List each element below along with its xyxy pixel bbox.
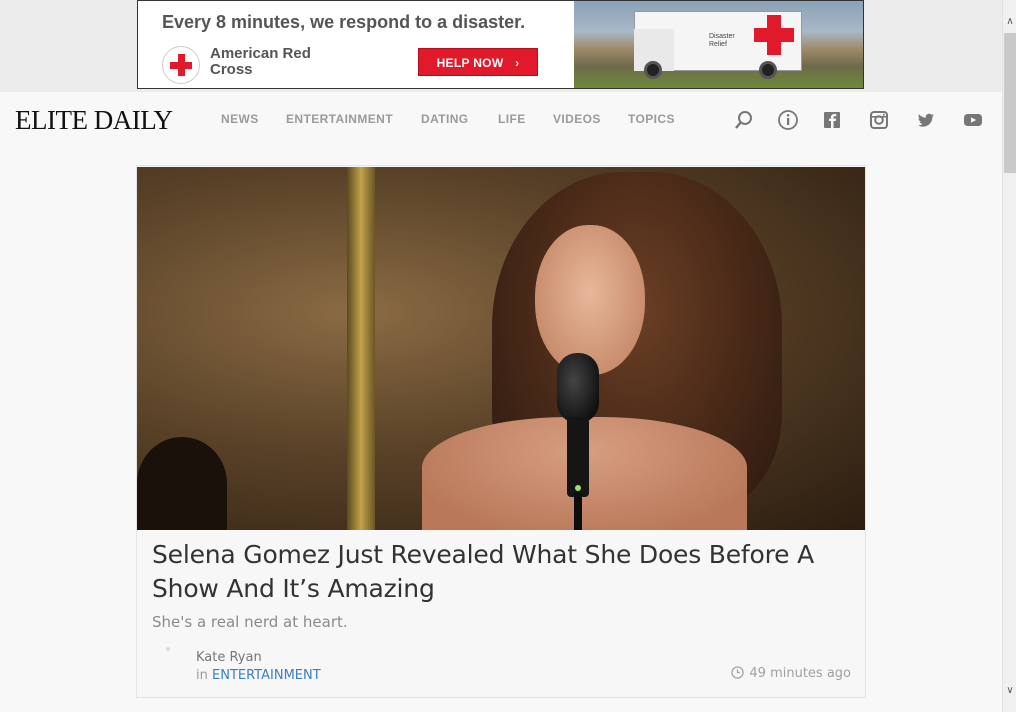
hero-face	[535, 225, 645, 375]
article-category-line: in ENTERTAINMENT	[196, 668, 321, 683]
site-logo[interactable]: ELITE DAILY	[15, 105, 173, 136]
info-icon[interactable]	[777, 109, 799, 131]
help-now-label: HELP NOW	[436, 56, 504, 70]
author-avatar	[166, 647, 170, 651]
truck-cross-icon	[754, 15, 794, 55]
red-cross-logo-icon	[162, 46, 200, 84]
scroll-up-arrow-icon[interactable]: ∧	[1003, 14, 1016, 30]
truck-wheel-rear	[759, 61, 777, 79]
microphone-icon	[557, 353, 599, 423]
youtube-icon[interactable]	[962, 109, 984, 131]
article-subtitle: She's a real nerd at heart.	[152, 613, 348, 631]
search-icon[interactable]	[733, 109, 755, 131]
instagram-icon[interactable]	[868, 109, 890, 131]
truck-wheel-front	[644, 61, 662, 79]
article-hero-image[interactable]	[137, 167, 865, 530]
nav-videos[interactable]: VIDEOS	[553, 112, 601, 126]
hero-curtain-strip	[347, 167, 375, 530]
category-prefix: in	[196, 668, 208, 683]
scrollbar-thumb[interactable]	[1004, 33, 1016, 173]
ad-text-area: Every 8 minutes, we respond to a disaste…	[138, 1, 574, 88]
vertical-scrollbar[interactable]: ∧ ∨	[1002, 0, 1016, 712]
microphone-led	[575, 485, 581, 491]
arrow-right-icon: ›	[515, 56, 520, 70]
hero-silhouette	[137, 437, 227, 530]
nav-topics[interactable]: TOPICS	[628, 112, 675, 126]
twitter-icon[interactable]	[915, 109, 937, 131]
article-title[interactable]: Selena Gomez Just Revealed What She Does…	[152, 538, 852, 606]
nav-entertainment[interactable]: ENTERTAINMENT	[286, 112, 393, 126]
ad-photo: Disaster Relief	[574, 1, 863, 88]
article-author[interactable]: Kate Ryan	[196, 650, 262, 665]
help-now-button[interactable]: HELP NOW ›	[418, 48, 538, 76]
scroll-down-arrow-icon[interactable]: ∨	[1003, 683, 1016, 699]
ad-headline: Every 8 minutes, we respond to a disaste…	[162, 12, 526, 32]
red-cross-ad[interactable]: Every 8 minutes, we respond to a disaste…	[137, 0, 864, 89]
nav-life[interactable]: LIFE	[498, 112, 526, 126]
article-category-link[interactable]: ENTERTAINMENT	[212, 668, 321, 683]
clock-icon	[731, 666, 745, 679]
ad-brand: American Red Cross	[210, 45, 311, 78]
facebook-icon[interactable]	[821, 109, 843, 131]
nav-news[interactable]: NEWS	[221, 112, 259, 126]
nav-dating[interactable]: DATING	[421, 112, 469, 126]
microphone-stand	[574, 492, 582, 530]
timestamp-text: 49 minutes ago	[749, 666, 851, 681]
truck-label: Disaster Relief	[709, 33, 735, 48]
article-timestamp: 49 minutes ago	[731, 666, 851, 681]
